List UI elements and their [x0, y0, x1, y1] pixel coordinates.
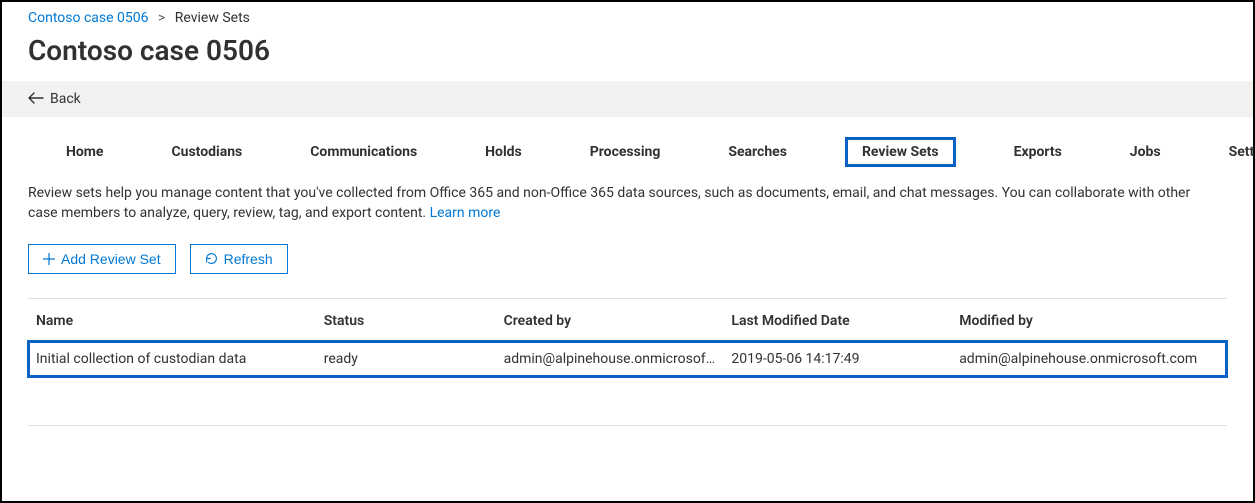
- tab-exports[interactable]: Exports: [1004, 138, 1072, 166]
- tab-custodians[interactable]: Custodians: [161, 138, 252, 166]
- cell-created-by: admin@alpinehouse.onmicrosoft.com: [496, 341, 724, 377]
- refresh-icon: [205, 252, 218, 265]
- description-body: Review sets help you manage content that…: [28, 185, 1190, 221]
- col-status[interactable]: Status: [316, 299, 496, 341]
- add-review-set-label: Add Review Set: [61, 251, 161, 267]
- tab-settings[interactable]: Settings: [1219, 138, 1255, 166]
- tab-processing[interactable]: Processing: [580, 138, 671, 166]
- tab-holds[interactable]: Holds: [475, 138, 532, 166]
- tab-searches[interactable]: Searches: [718, 138, 797, 166]
- col-modified-by[interactable]: Modified by: [951, 299, 1227, 341]
- plus-icon: [43, 253, 55, 265]
- learn-more-link[interactable]: Learn more: [430, 205, 501, 221]
- toolbar: Add Review Set Refresh: [2, 224, 1253, 286]
- back-label: Back: [50, 91, 81, 107]
- back-button[interactable]: Back: [2, 81, 1253, 117]
- back-arrow-icon: [28, 92, 42, 106]
- col-last-modified[interactable]: Last Modified Date: [723, 299, 951, 341]
- breadcrumb: Contoso case 0506 > Review Sets: [28, 6, 1227, 26]
- tab-bar: Home Custodians Communications Holds Pro…: [2, 117, 1253, 167]
- add-review-set-button[interactable]: Add Review Set: [28, 244, 176, 274]
- tab-review-sets[interactable]: Review Sets: [845, 137, 956, 167]
- cell-status: ready: [316, 341, 496, 377]
- tab-jobs[interactable]: Jobs: [1120, 138, 1171, 166]
- refresh-label: Refresh: [224, 251, 273, 267]
- description-text: Review sets help you manage content that…: [2, 167, 1222, 224]
- cell-last-modified: 2019-05-06 14:17:49: [723, 341, 951, 377]
- breadcrumb-current: Review Sets: [175, 10, 250, 26]
- cell-modified-by: admin@alpinehouse.onmicrosoft.com: [951, 341, 1227, 377]
- tab-communications[interactable]: Communications: [300, 138, 427, 166]
- page-title: Contoso case 0506: [28, 34, 1227, 67]
- refresh-button[interactable]: Refresh: [190, 244, 288, 274]
- review-sets-table: Name Status Created by Last Modified Dat…: [28, 298, 1227, 426]
- breadcrumb-separator: >: [158, 10, 165, 26]
- col-name[interactable]: Name: [28, 299, 316, 341]
- cell-name: Initial collection of custodian data: [28, 341, 316, 377]
- table-row[interactable]: Initial collection of custodian data rea…: [28, 341, 1227, 377]
- col-created-by[interactable]: Created by: [496, 299, 724, 341]
- breadcrumb-root-link[interactable]: Contoso case 0506: [28, 10, 148, 26]
- tab-home[interactable]: Home: [56, 138, 113, 166]
